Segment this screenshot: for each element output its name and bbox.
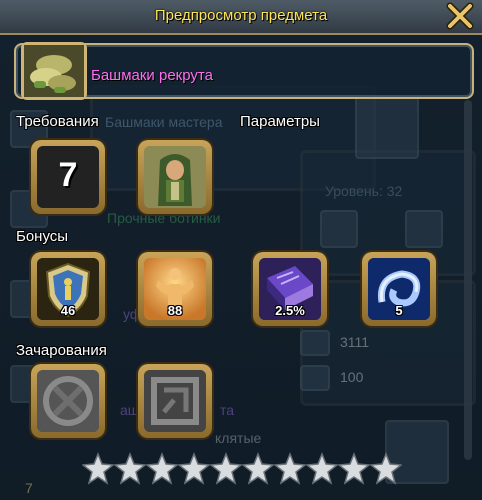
boots-icon [21, 42, 87, 100]
enchantment-slot-2[interactable] [138, 364, 212, 438]
close-button[interactable] [446, 2, 474, 30]
window-title: Предпросмотр предмета [154, 7, 328, 24]
parameters-label: Параметры [240, 113, 320, 130]
locked-rune-icon [144, 370, 206, 432]
required-level-value: 7 [58, 156, 78, 194]
star-icon [306, 452, 338, 485]
star-icon [274, 452, 306, 485]
empty-rune-icon [37, 370, 99, 432]
character-preview-slot[interactable] [138, 140, 212, 214]
star-icon [338, 452, 370, 485]
bonus-value-2: 88 [167, 303, 183, 318]
bonus-value-4: 5 [395, 303, 403, 318]
required-level-slot[interactable]: 7 [31, 140, 105, 214]
requirements-label: Требования [16, 113, 99, 130]
window-header: Предпросмотр предмета [0, 0, 482, 35]
character-icon [144, 146, 206, 208]
bonus-slot-3[interactable]: 2.5% [253, 252, 327, 326]
enchantments-label: Зачарования [16, 342, 107, 359]
enchantment-slot-1[interactable] [31, 364, 105, 438]
close-icon [446, 2, 474, 30]
bonus-slot-4[interactable]: 5 [362, 252, 436, 326]
scrollbar[interactable] [464, 100, 472, 460]
star-icon [146, 452, 178, 485]
item-header-row: Башмаки рекрута [14, 42, 474, 100]
star-icon [178, 452, 210, 485]
star-icon [114, 452, 146, 485]
star-icon [242, 452, 274, 485]
bonuses-label: Бонусы [16, 228, 69, 245]
bonus-value-3: 2.5% [275, 303, 305, 318]
star-icon [210, 452, 242, 485]
bonus-slot-2[interactable]: 88 [138, 252, 212, 326]
bonus-slot-1[interactable]: 46 [31, 252, 105, 326]
star-rating [82, 452, 402, 486]
star-icon [82, 452, 114, 485]
item-name: Башмаки рекрута [91, 67, 213, 84]
star-icon [370, 452, 402, 485]
bonus-value-1: 46 [60, 303, 76, 318]
